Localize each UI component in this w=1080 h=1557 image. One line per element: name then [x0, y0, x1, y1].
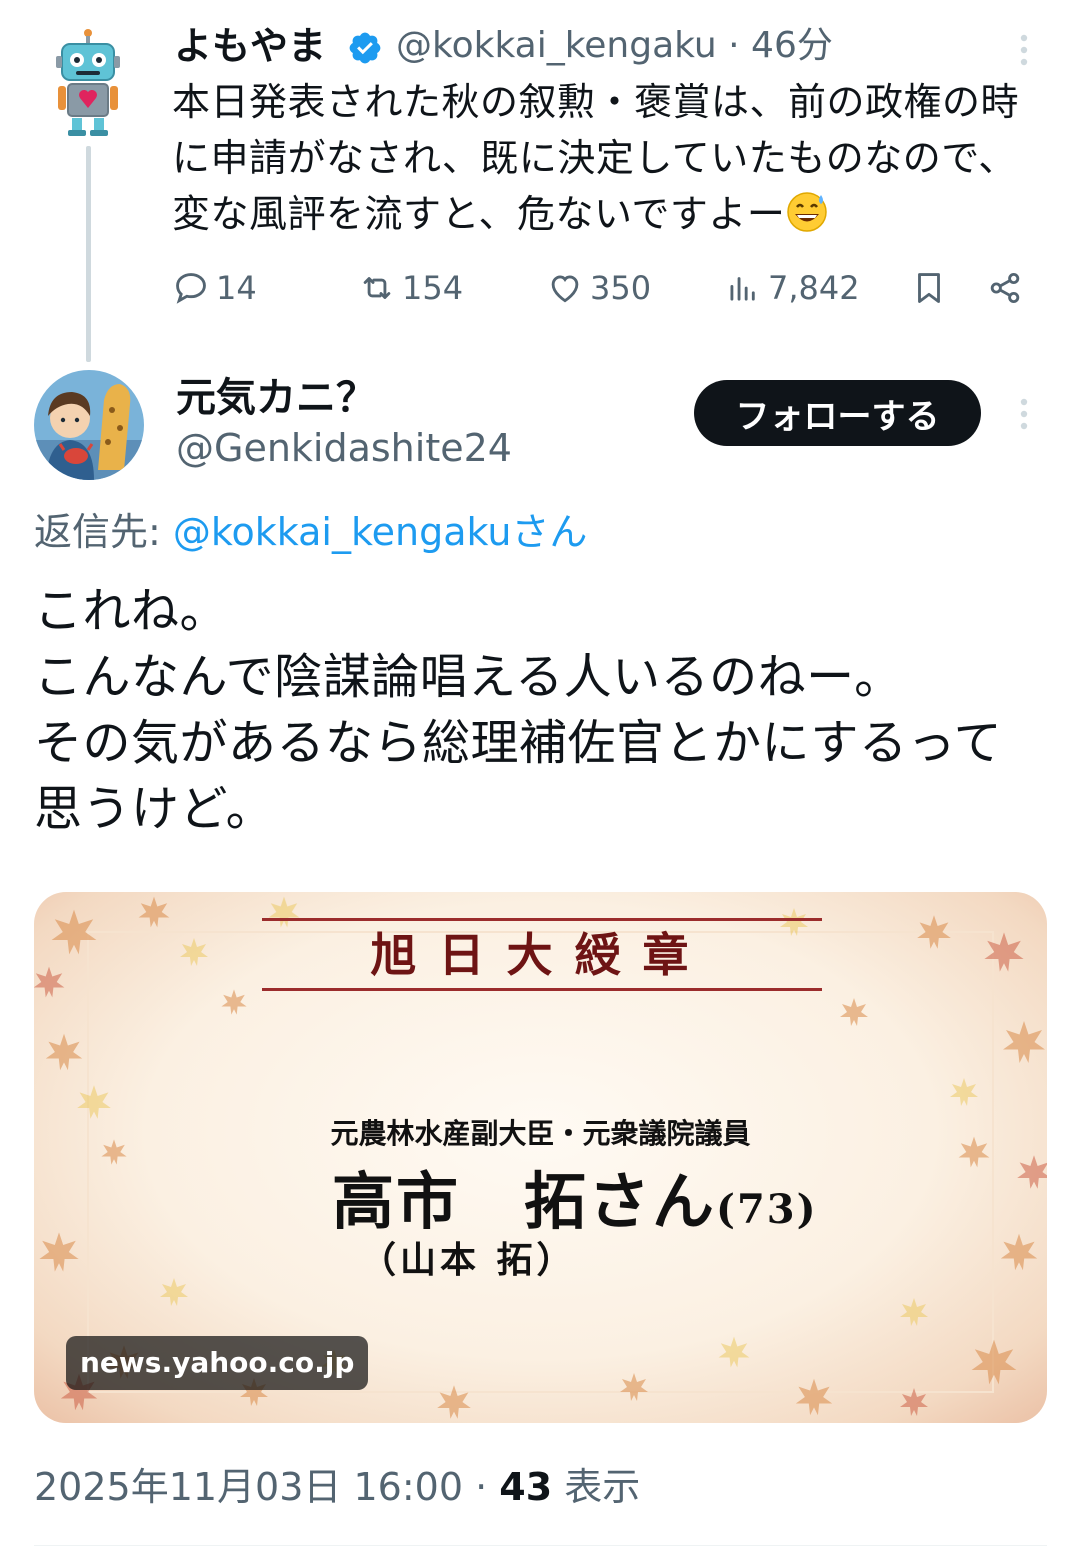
card-domain-badge: news.yahoo.co.jp	[66, 1336, 369, 1390]
bookmark-icon	[918, 273, 940, 303]
replying-prefix: 返信先:	[34, 510, 173, 554]
verified-badge-icon	[347, 30, 383, 66]
parent-tweet-body: 本日発表された秋の叙勲・褒賞は、前の政権の時に申請がなされ、既に決定していたもの…	[172, 80, 1020, 236]
parent-handle-time: @kokkai_kengaku · 46分	[396, 22, 833, 70]
reply-action[interactable]: 14	[172, 264, 257, 312]
reply-icon	[176, 273, 206, 304]
link-card[interactable]: 旭日大綬章 元農林水産副大臣・元衆議院議員 高市 拓さん(73) （山本 拓） …	[34, 892, 1047, 1423]
tweet-view-count: 43	[499, 1465, 553, 1509]
views-action[interactable]: 7,842	[724, 264, 860, 312]
replying-to: 返信先: @kokkai_kengakuさん	[34, 508, 587, 556]
replying-mention-link[interactable]: @kokkai_kengakuさん	[173, 510, 588, 554]
reply-text-line: これね。	[34, 583, 229, 639]
reply-more-options-icon[interactable]	[1012, 394, 1036, 434]
reply-count: 14	[216, 269, 257, 307]
retweet-icon	[363, 277, 391, 299]
parent-display-name[interactable]: よもやま	[174, 22, 326, 70]
recipient-real-name: （山本 拓）	[360, 1239, 577, 1281]
thread-line	[86, 146, 91, 362]
recipient-position: 元農林水産副大臣・元衆議院議員	[330, 1117, 751, 1150]
heart-icon	[551, 275, 579, 303]
reply-text-line: 思うけど。	[34, 781, 275, 837]
award-title: 旭日大綬章	[370, 928, 711, 982]
tweet-actions-bar: 14 154 350 7,842	[172, 264, 1042, 312]
parent-time[interactable]: · 46分	[728, 25, 833, 66]
retweet-action[interactable]: 154	[358, 264, 463, 312]
reply-text-line: その気があるなら総理補佐官とかにするって	[34, 715, 1003, 771]
parent-tweet-text: 本日発表された秋の叙勲・褒賞は、前の政権の時に申請がなされ、既に決定していたもの…	[172, 74, 1052, 242]
more-options-icon[interactable]	[1012, 30, 1036, 70]
divider	[34, 1545, 1047, 1546]
like-count: 350	[590, 269, 652, 307]
like-action[interactable]: 350	[546, 264, 651, 312]
tweet-view-label: 表示	[552, 1465, 641, 1509]
reply-tweet-text: これね。 こんなんで陰謀論唱える人いるのねー。 その気があるなら総理補佐官とかに…	[34, 578, 1054, 842]
reply-display-name[interactable]: 元気カニ？	[176, 372, 376, 424]
parent-handle[interactable]: @kokkai_kengaku	[396, 25, 717, 66]
reply-handle[interactable]: @Genkidashite24	[176, 424, 512, 472]
share-action[interactable]	[986, 264, 1030, 312]
recipient-age: (73)	[716, 1186, 818, 1233]
reply-avatar[interactable]	[34, 370, 144, 480]
recipient-name: 高市 拓さん	[332, 1165, 717, 1238]
robot-avatar[interactable]	[52, 28, 124, 138]
retweet-count: 154	[402, 269, 464, 307]
tweet-meta: 2025年11月03日 16:00 · 43 表示	[34, 1462, 640, 1512]
analytics-icon	[730, 277, 755, 301]
follow-button[interactable]: フォローする	[694, 380, 981, 446]
views-count: 7,842	[768, 269, 860, 307]
reply-text-line: こんなんで陰謀論唱える人いるのねー。	[34, 649, 903, 705]
grinning-sweat-emoji-icon	[785, 189, 829, 233]
tweet-timestamp[interactable]: 2025年11月03日 16:00 ·	[34, 1465, 499, 1509]
share-icon	[990, 272, 1020, 304]
award-title-rule	[262, 988, 822, 991]
bookmark-action[interactable]	[910, 264, 954, 312]
